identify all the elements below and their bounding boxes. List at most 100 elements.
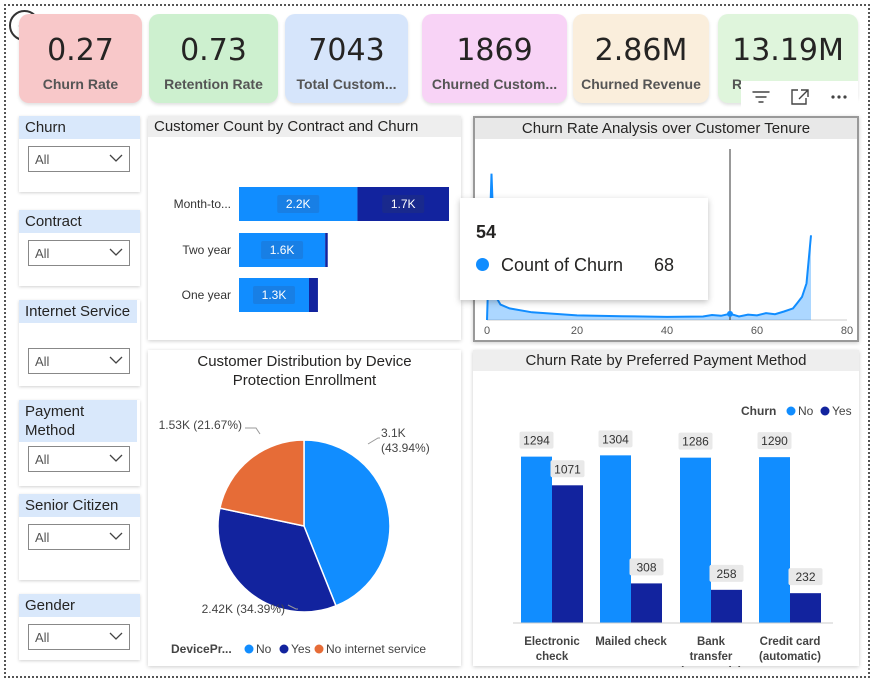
kpi-label: Churned Revenue: [581, 76, 701, 92]
legend-marker-no: [244, 644, 254, 654]
slicer-churn: Churn All: [19, 116, 140, 192]
tooltip-series-name: Count of Churn: [501, 255, 624, 275]
bar-segment-yes: [309, 278, 318, 312]
slicer-dropdown[interactable]: All: [28, 624, 130, 650]
slicer-title: Contract: [19, 210, 140, 233]
filter-icon[interactable]: [746, 84, 776, 110]
slicer-contract: Contract All: [19, 210, 140, 286]
focus-mode-icon[interactable]: [785, 84, 815, 110]
contract-bar-plot: Month-to... 2.2K 1.7K Two year 1.6K One year 1…: [174, 187, 456, 352]
legend-marker-no-internet: [314, 644, 324, 654]
more-options-icon[interactable]: [824, 84, 854, 110]
data-label: 258: [716, 567, 736, 581]
slicer-title: Gender: [19, 594, 140, 617]
tooltip-series-marker: [476, 258, 489, 271]
kpi-value: 2.86M: [594, 33, 688, 68]
bar-segment-yes: [325, 233, 328, 267]
leader-line: [367, 437, 380, 445]
chart-title: Churn Rate by Preferred Payment Method: [473, 350, 859, 371]
legend-title: Churn: [351, 338, 386, 340]
category-label: Month-to...: [174, 197, 231, 211]
x-tick-label: 40: [661, 325, 673, 337]
slicer-value: All: [35, 246, 50, 261]
device-protection-chart[interactable]: Customer Distribution by Device Protecti…: [148, 350, 461, 666]
category-label: check: [536, 651, 569, 663]
chart-tooltip: 54 Count of Churn 68: [460, 198, 708, 300]
slicer-dropdown[interactable]: All: [28, 524, 130, 550]
category-label: Electronic: [524, 636, 580, 648]
kpi-churned-revenue: 2.86M Churned Revenue: [573, 14, 709, 103]
x-tick-label: 20: [571, 325, 583, 337]
legend-title: DevicePr...: [171, 642, 232, 656]
kpi-label: Total Custom...: [296, 76, 397, 92]
kpi-value: 0.27: [47, 33, 114, 68]
hover-point: [727, 310, 733, 317]
x-tick-label: 0: [484, 325, 490, 337]
chart-title: Customer Count by Contract and Churn: [148, 116, 461, 137]
data-label: 1294: [523, 434, 550, 448]
slicer-gender: Gender All: [19, 594, 140, 660]
slice-label: 3.1K: [381, 426, 406, 440]
tooltip-value: 68: [654, 255, 675, 275]
kpi-value: 13.19M: [732, 33, 844, 68]
slicer-senior-citizen: Senior Citizen All: [19, 494, 140, 580]
slicer-dropdown[interactable]: All: [28, 146, 130, 172]
category-label: Bank: [697, 636, 726, 648]
payment-method-chart[interactable]: Churn Rate by Preferred Payment Method 1…: [473, 350, 859, 678]
payment-bar-plot: 1294 1071 Electronic check 1304 308 Mailed che…: [513, 404, 852, 678]
chevron-down-icon: [109, 356, 123, 364]
slicer-dropdown[interactable]: All: [28, 240, 130, 266]
bar-yes: [711, 589, 742, 623]
legend-label: Yes: [291, 642, 311, 656]
kpi-value: 0.73: [180, 33, 247, 68]
kpi-churned-customers: 1869 Churned Custom...: [422, 14, 567, 103]
contract-churn-chart[interactable]: Customer Count by Contract and Churn Mon…: [148, 116, 461, 352]
slice-label: 1.53K (21.67%): [159, 418, 242, 432]
data-label: 1304: [602, 432, 629, 446]
bar-yes: [790, 593, 821, 623]
data-label: 1.7K: [391, 197, 416, 211]
slice-label: 2.42K (34.39%): [202, 602, 285, 616]
legend-label: Yes: [436, 338, 456, 340]
kpi-value: 1869: [456, 33, 533, 68]
bar-no: [521, 456, 552, 623]
legend-marker-yes: [820, 406, 830, 416]
slicer-value: All: [35, 354, 50, 369]
leader-line: [245, 427, 261, 435]
slicer-dropdown[interactable]: All: [28, 348, 130, 374]
kpi-value: 7043: [308, 33, 385, 68]
kpi-retention-rate: 0.73 Retention Rate: [149, 14, 278, 103]
visual-header-toolbar: [741, 81, 858, 113]
slicer-payment-method: Payment Method All: [19, 400, 140, 486]
bar-yes: [631, 583, 662, 623]
category-label: Mailed check: [595, 636, 667, 648]
category-label: One year: [182, 288, 231, 302]
chevron-down-icon: [109, 454, 123, 462]
kpi-total-customers: 7043 Total Custom...: [285, 14, 408, 103]
slicer-title: Churn: [19, 116, 140, 139]
kpi-label: Churn Rate: [42, 76, 119, 92]
legend-label: No: [798, 404, 814, 418]
legend-label: No: [256, 642, 272, 656]
data-label: 1290: [761, 434, 788, 448]
x-tick-label: 80: [841, 325, 853, 337]
category-label: Two year: [182, 243, 231, 257]
legend-title: Churn: [741, 404, 776, 418]
slicer-internet-service: Internet Service All: [19, 300, 140, 386]
pie-plot: 3.1K(43.94%) 2.42K (34.39%) 1.53K (21.67%)…: [159, 418, 430, 656]
bar-yes: [552, 485, 583, 623]
category-label: Credit card: [760, 636, 821, 648]
chevron-down-icon: [109, 248, 123, 256]
slicer-title: Payment Method: [19, 400, 137, 442]
category-label: transfer: [690, 651, 733, 663]
data-label: 1.3K: [262, 288, 287, 302]
chevron-down-icon: [109, 532, 123, 540]
category-label: (automatic): [759, 651, 821, 663]
legend-marker-no: [786, 406, 796, 416]
legend-label: No: [406, 338, 422, 340]
category-label: (automatic): [680, 666, 742, 667]
slicer-dropdown[interactable]: All: [28, 446, 130, 472]
slicer-value: All: [35, 452, 50, 467]
slicer-title: Internet Service: [19, 300, 137, 323]
data-label: 2.2K: [286, 197, 311, 211]
